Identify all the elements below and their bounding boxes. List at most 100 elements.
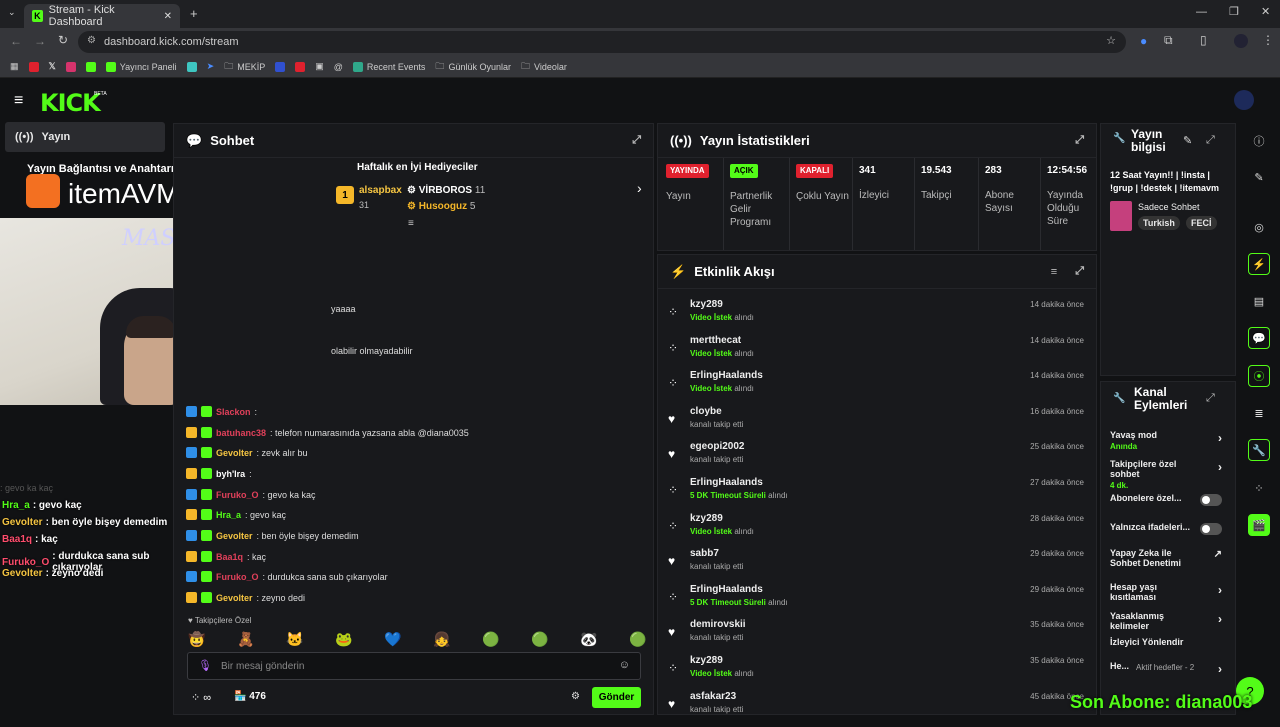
popout-icon[interactable]: ⤢ bbox=[1206, 134, 1215, 147]
channel-action[interactable]: Hesap yaşı kısıtlaması › bbox=[1110, 582, 1222, 603]
chat-username[interactable]: Gevolter bbox=[2, 568, 43, 579]
chat-username[interactable]: Gevolter bbox=[216, 593, 253, 603]
kick-icon[interactable] bbox=[85, 61, 96, 72]
chat-icon[interactable]: 💬 bbox=[1248, 327, 1270, 349]
channel-action[interactable]: Yasaklanmış kelimeler › bbox=[1110, 611, 1222, 632]
sidebar-item-yayin[interactable]: ((•)) Yayın bbox=[5, 122, 165, 152]
filter-icon[interactable]: ≡ bbox=[1051, 266, 1057, 278]
gifter-1-name[interactable]: alsapbax bbox=[359, 185, 402, 196]
category-name[interactable]: Sadece Sohbet bbox=[1138, 202, 1200, 212]
chevron-right-icon[interactable]: › bbox=[1218, 583, 1222, 597]
channel-action[interactable]: İzleyici Yönlendir bbox=[1110, 637, 1222, 648]
bookmark-gunluk-oyunlar[interactable]: 🗀 Günlük Oyunlar bbox=[435, 59, 511, 75]
browser-menu-icon[interactable]: ⋮ bbox=[1262, 33, 1274, 47]
bookmark-recent-events[interactable]: Recent Events bbox=[352, 61, 425, 72]
send-button[interactable]: Gönder bbox=[592, 687, 641, 708]
event-username[interactable]: kzy289 bbox=[690, 655, 723, 666]
bookmark-icon-a[interactable] bbox=[186, 61, 197, 72]
event-username[interactable]: demirovskii bbox=[690, 619, 746, 630]
chat-settings-icon[interactable]: ⚙ bbox=[571, 691, 580, 702]
kick-logo[interactable]: KICK bbox=[40, 89, 101, 117]
event-username[interactable]: asfakar23 bbox=[690, 691, 736, 702]
chevron-right-icon[interactable]: › bbox=[1218, 431, 1222, 445]
sidepanel-icon[interactable]: ▯ bbox=[1200, 33, 1207, 47]
tools-icon[interactable]: 🔧 bbox=[1248, 439, 1270, 461]
chat-username[interactable]: Furuko_O bbox=[2, 557, 49, 568]
new-tab-icon[interactable]: + bbox=[190, 6, 198, 21]
tag-feci[interactable]: FECİ bbox=[1186, 216, 1217, 230]
hamburger-menu-icon[interactable]: ≡ bbox=[14, 92, 23, 110]
chat-input[interactable]: 🎙 Bir mesaj gönderin ☺ bbox=[187, 652, 641, 680]
extensions-puzzle-icon[interactable]: ⧉ bbox=[1164, 33, 1173, 48]
chat-username[interactable]: Furuko_O bbox=[216, 490, 259, 500]
gifters-next-icon[interactable]: › bbox=[637, 180, 642, 196]
bookmark-icon-b[interactable]: ➤ bbox=[207, 61, 215, 72]
youtube-icon[interactable] bbox=[28, 61, 39, 72]
chat-username[interactable]: byh'lra bbox=[216, 469, 245, 479]
popout-icon[interactable]: ⤢ bbox=[632, 134, 641, 147]
close-window-icon[interactable]: ✕ bbox=[1261, 5, 1270, 18]
chat-username[interactable]: Gevolter bbox=[2, 517, 43, 528]
bolt-icon[interactable]: ⚡ bbox=[1248, 253, 1270, 275]
chat-username[interactable]: Furuko_O bbox=[216, 572, 259, 582]
emote-icon[interactable]: 🧸 bbox=[237, 631, 254, 648]
clapper-icon[interactable]: 🎬 bbox=[1248, 514, 1270, 536]
forward-icon[interactable]: → bbox=[34, 34, 46, 48]
emote-icon[interactable]: 🟢 bbox=[629, 631, 646, 648]
reload-icon[interactable]: ↻ bbox=[58, 33, 68, 47]
emote-icon[interactable]: 🐼 bbox=[580, 631, 597, 648]
channel-action[interactable]: Yavaş mod Anında › bbox=[1110, 430, 1222, 451]
emote-icon[interactable]: 🟢 bbox=[482, 631, 499, 648]
channel-action[interactable]: Yapay Zeka ile Sohbet Denetimi ↗ bbox=[1110, 548, 1222, 569]
toggle-switch[interactable] bbox=[1200, 494, 1222, 506]
points-icon[interactable]: ⁘ ∞ bbox=[191, 691, 211, 704]
emote-icon[interactable]: 💙 bbox=[384, 631, 401, 648]
chat-username[interactable]: Gevolter bbox=[216, 531, 253, 541]
event-username[interactable]: mertthecat bbox=[690, 335, 741, 346]
chat-username[interactable]: Baa1q bbox=[216, 552, 243, 562]
emoji-picker-icon[interactable]: ☺ bbox=[619, 659, 630, 671]
event-username[interactable]: ErlingHaalands bbox=[690, 370, 763, 381]
extension-icon[interactable]: ● bbox=[1140, 34, 1147, 48]
channel-action[interactable]: Yalnızca ifadeleri... bbox=[1110, 522, 1222, 535]
event-username[interactable]: sabb7 bbox=[690, 548, 719, 559]
info-icon[interactable]: ⓘ bbox=[1248, 130, 1270, 152]
threads-icon[interactable]: @ bbox=[334, 62, 343, 72]
chevron-right-icon[interactable]: › bbox=[1218, 460, 1222, 474]
chat-username[interactable]: Hra_a bbox=[216, 510, 241, 520]
site-info-icon[interactable]: ⚙ bbox=[87, 35, 96, 46]
popout-icon[interactable]: ⤢ bbox=[1075, 134, 1084, 147]
event-username[interactable]: ErlingHaalands bbox=[690, 584, 763, 595]
camera-icon[interactable]: ◎ bbox=[1248, 216, 1270, 238]
chat-username[interactable]: Gevolter bbox=[216, 448, 253, 458]
gifter-3[interactable]: ⚙ Husooguz 5 bbox=[407, 201, 475, 212]
channel-action[interactable]: Takipçilere özel sohbet 4 dk. › bbox=[1110, 459, 1222, 490]
maximize-icon[interactable]: ❐ bbox=[1229, 5, 1239, 18]
emote-icon[interactable]: 👧 bbox=[433, 631, 450, 648]
chat-username[interactable]: batuhanc38 bbox=[216, 428, 266, 438]
emote-icon[interactable]: 🤠 bbox=[188, 631, 205, 648]
image-icon[interactable]: ▣ bbox=[315, 61, 324, 72]
user-avatar[interactable] bbox=[1234, 90, 1254, 110]
channel-action[interactable]: He... Aktif hedefler - 2 › bbox=[1110, 661, 1222, 676]
popout-icon[interactable]: ⤢ bbox=[1206, 392, 1215, 405]
document-icon[interactable]: ▤ bbox=[1248, 290, 1270, 312]
event-username[interactable]: kzy289 bbox=[690, 513, 723, 524]
tab-close-icon[interactable]: ✕ bbox=[164, 11, 172, 22]
youtube-icon-2[interactable] bbox=[295, 61, 306, 72]
emote-icon[interactable]: 🟢 bbox=[531, 631, 548, 648]
bookmark-mekip[interactable]: 🗀 MEKİP bbox=[224, 59, 265, 75]
gifter-2[interactable]: ⚙ VİRBOROS 11 bbox=[407, 185, 485, 196]
instagram-icon[interactable] bbox=[65, 61, 76, 72]
minimize-icon[interactable]: — bbox=[1196, 6, 1207, 18]
toggle-switch[interactable] bbox=[1200, 523, 1222, 535]
external-link-icon[interactable]: ↗ bbox=[1214, 549, 1222, 560]
chat-username[interactable]: Baa1q bbox=[2, 534, 32, 545]
bookmark-star-icon[interactable]: ☆ bbox=[1106, 34, 1116, 47]
event-username[interactable]: egeopi2002 bbox=[690, 441, 744, 452]
event-username[interactable]: kzy289 bbox=[690, 299, 723, 310]
chat-scroll-down-icon[interactable]: ≡ bbox=[408, 218, 414, 229]
apps-grid-icon[interactable]: ▦ bbox=[10, 61, 19, 72]
pencil-icon[interactable]: ✎ bbox=[1248, 166, 1270, 188]
event-username[interactable]: ErlingHaalands bbox=[690, 477, 763, 488]
